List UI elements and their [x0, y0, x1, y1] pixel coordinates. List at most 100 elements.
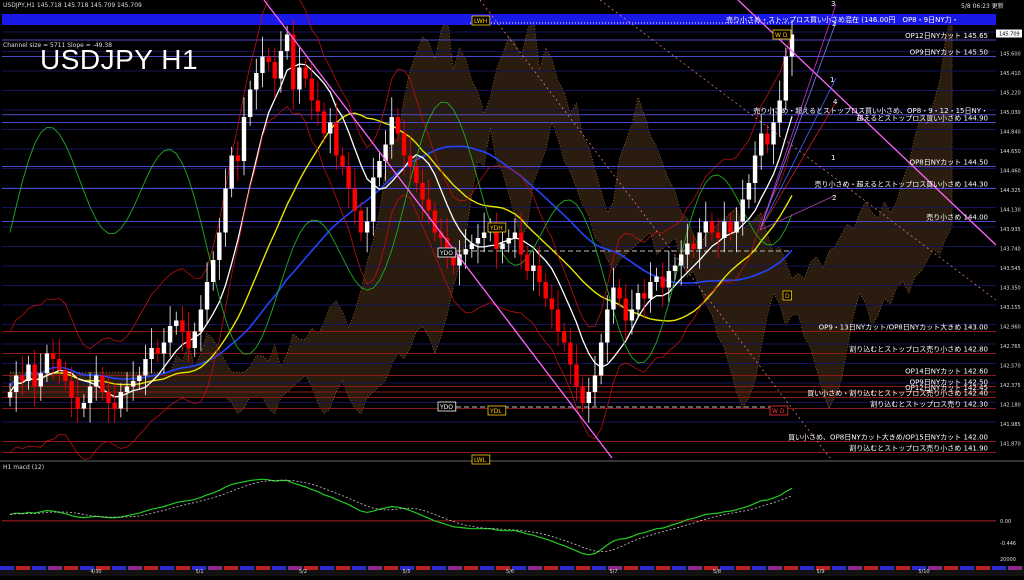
session-stripe — [160, 566, 174, 570]
candle-body — [346, 166, 351, 189]
candle-body — [666, 271, 672, 288]
session-stripe — [752, 566, 766, 570]
level-label: 売り小さめ 144.00 — [926, 213, 988, 222]
macd-axis-bg — [996, 462, 1024, 566]
update-time: 5/8 06:23 更新 — [961, 3, 1004, 10]
candle-body — [278, 51, 284, 79]
level-label: OP12日NYカット 145.65 — [905, 32, 988, 40]
session-stripe — [592, 566, 606, 570]
price-tick-label: 143.935 — [1000, 227, 1021, 233]
session-stripe — [112, 566, 126, 570]
candle-body — [75, 397, 80, 409]
candle-body — [303, 67, 308, 79]
session-stripe — [224, 566, 238, 570]
price-tick-label: 144.130 — [1000, 208, 1021, 214]
candle-body — [124, 386, 130, 392]
candle-body — [235, 155, 241, 161]
session-stripe — [576, 566, 590, 570]
candle-body — [358, 210, 364, 233]
candle-body — [475, 238, 481, 244]
candle-body — [321, 111, 327, 134]
session-stripe — [528, 566, 542, 570]
price-tick-label: 145.410 — [1000, 71, 1021, 77]
candle-body — [309, 78, 314, 101]
candle-body — [740, 199, 745, 222]
candle-body — [186, 331, 191, 348]
candle-body — [660, 276, 665, 288]
candle-body — [605, 309, 610, 343]
price-chart[interactable]: 321421 145.790145.600145.410145.220145.0… — [0, 0, 1024, 576]
macd-tick-label: 0.00 — [1000, 519, 1011, 525]
session-stripe — [656, 566, 670, 570]
marker-lwh: LWH — [474, 18, 487, 25]
candle-body — [315, 100, 321, 112]
level-label: OP9・13日NYカット/OP8日NYカット大きめ 143.00 — [819, 323, 988, 332]
candle-body — [223, 188, 228, 233]
price-tick-label: 143.740 — [1000, 247, 1021, 253]
time-axis: 4/30 5/1 5/2 5/5 5/6 5/7 5/8 5/9 5/10 — [0, 566, 1024, 576]
candle-body — [549, 298, 555, 310]
candle-body — [44, 353, 50, 374]
level-label: 売り小さめ・超えるとストップロス買い小さめ、OP8・9・12・15日NY・ — [753, 106, 988, 115]
session-stripe — [640, 566, 654, 570]
marker-ydl: YDL — [489, 408, 502, 415]
fan-label: 1 — [830, 76, 834, 84]
session-stripe — [880, 566, 894, 570]
session-stripe — [240, 566, 254, 570]
candle-body — [746, 183, 752, 200]
candle-body — [167, 326, 173, 343]
candle-body — [642, 293, 647, 299]
candle-body — [137, 375, 142, 381]
candle-body — [112, 403, 117, 409]
candle-body — [463, 249, 468, 255]
candle-body — [377, 161, 382, 178]
candle-body — [20, 375, 25, 381]
candle-body — [161, 342, 167, 354]
price-tick-label: 144.650 — [1000, 149, 1021, 155]
candle-body — [26, 364, 31, 381]
session-stripe — [32, 566, 46, 570]
session-stripe — [0, 566, 14, 570]
date-tick-label: 5/10 — [918, 569, 929, 575]
candle-body — [247, 89, 253, 117]
candle-body — [272, 62, 277, 79]
session-stripe — [64, 566, 78, 570]
price-tick-label: 141.985 — [1000, 422, 1021, 428]
candle-body — [561, 331, 567, 343]
candle-body — [629, 309, 635, 321]
fan-label: 4 — [833, 98, 838, 106]
candle-body — [623, 298, 628, 321]
session-stripe — [896, 566, 910, 570]
marker-d: D — [785, 293, 790, 300]
candle-body — [32, 364, 37, 387]
candle-body — [198, 309, 204, 332]
session-stripe — [736, 566, 750, 570]
candle-body — [334, 122, 339, 156]
candle-body — [432, 210, 438, 233]
session-stripe — [800, 566, 814, 570]
symbol-info: USDJPY,H1 145.718 145.718 145.709 145.70… — [3, 2, 142, 9]
candle-body — [500, 243, 505, 249]
candle-body — [210, 260, 216, 282]
level-label: 割り込むとストップロス売り小さめ 141.90 — [849, 444, 988, 453]
session-stripe — [1008, 566, 1022, 570]
session-stripe — [512, 566, 526, 570]
candle-body — [130, 381, 136, 387]
candle-body — [143, 359, 148, 376]
session-stripe — [864, 566, 878, 570]
candle-body — [691, 243, 696, 249]
candle-body — [254, 73, 259, 90]
candle-body — [420, 183, 425, 200]
candle-body — [174, 320, 179, 326]
session-stripe — [480, 566, 494, 570]
candle-body — [586, 392, 592, 403]
date-tick-label: 5/9 — [816, 569, 824, 575]
session-stripe — [176, 566, 190, 570]
current-price-label: 145.709 — [999, 32, 1020, 38]
date-tick-label: 5/1 — [195, 569, 203, 575]
session-stripe — [432, 566, 446, 570]
session-stripe — [544, 566, 558, 570]
candle-body — [555, 309, 561, 332]
candle-body — [87, 386, 93, 403]
candle-body — [389, 117, 394, 145]
